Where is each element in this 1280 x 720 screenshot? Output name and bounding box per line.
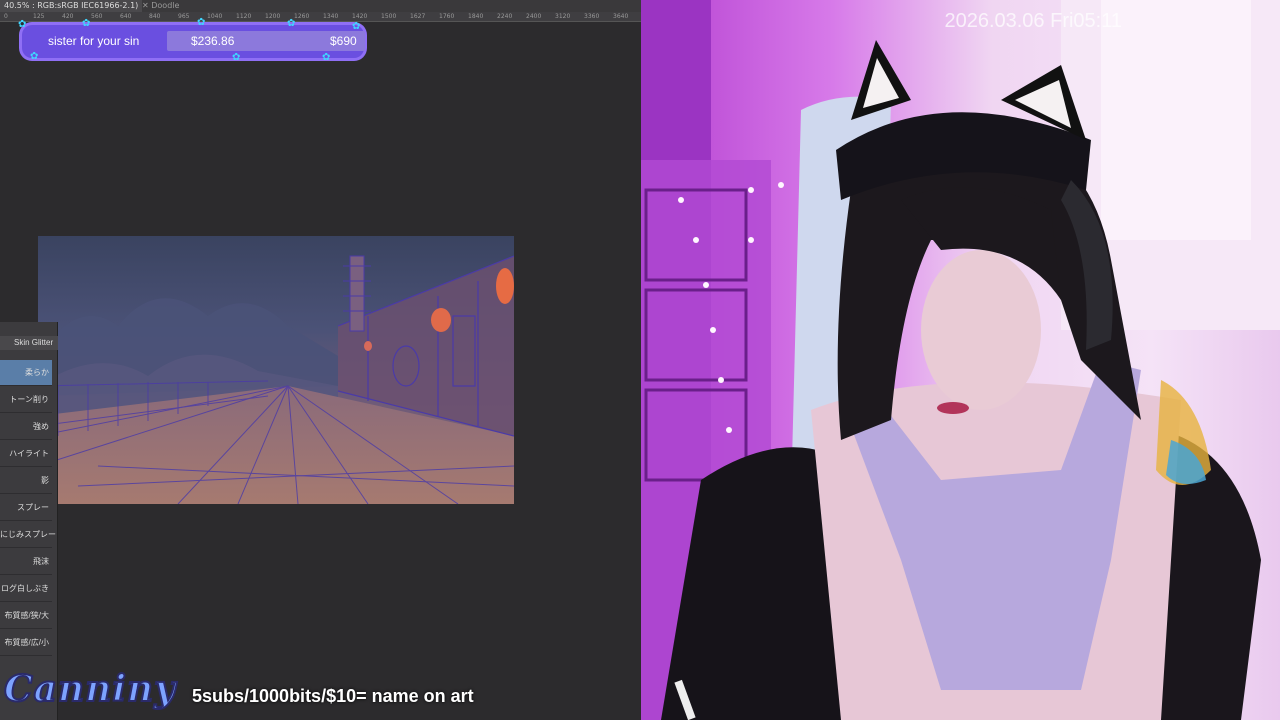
- artwork-canvas[interactable]: [38, 236, 514, 504]
- ruler-tick-label: 1260: [294, 13, 310, 20]
- goal-target-amount: $690: [330, 34, 357, 48]
- ruler-tick-label: 420: [62, 13, 74, 20]
- brush-panel-title: Skin Glitter: [0, 336, 58, 350]
- brush-panel: Skin Glitter 柔らか トーン削り 強め ハイライト影スプレー にじみスプレー…: [0, 322, 58, 720]
- flower-icon: ✿: [197, 17, 206, 28]
- flower-icon: ✿: [232, 52, 241, 63]
- horizontal-ruler: 0 125 420 560 640 840 965 1040 1120 1200 1260 1340 1…: [0, 12, 641, 22]
- ruler-tick-label: 3120: [555, 13, 571, 20]
- ruler-tick-label: 125: [33, 13, 45, 20]
- drawing-app-area: 40.5% : RGB:sRGB IEC61966-2.1) ✕ Doodle …: [0, 0, 641, 720]
- donation-goal-bar: ✿ ✿ ✿ ✿ ✿ ✿ ✿ ✿ sister for your sin $236…: [18, 17, 365, 63]
- ruler-tick-label: 840: [149, 13, 161, 20]
- goal-title: sister for your sin: [48, 34, 140, 48]
- ruler-tick-label: 2400: [526, 13, 542, 20]
- tab-active-document[interactable]: 40.5% : RGB:sRGB IEC61966-2.1): [0, 0, 143, 12]
- ruler-tick-label: 640: [120, 13, 132, 20]
- ruler-tick-label: 3360: [584, 13, 600, 20]
- ruler-tick-label: 1200: [265, 13, 281, 20]
- ruler-tick-label: 2240: [497, 13, 513, 20]
- ruler-tick-label: 1627: [410, 13, 426, 20]
- webcam-feed: 2026.03.06 Fri05:11: [641, 0, 1280, 720]
- ruler-tick-label: 1840: [468, 13, 484, 20]
- ruler-tick-label: 1120: [236, 13, 252, 20]
- brush-item[interactable]: 布質感/狭/大: [0, 603, 52, 629]
- flower-icon: ✿: [18, 19, 27, 30]
- webcam-image: [641, 0, 1280, 720]
- promo-text: 5subs/1000bits/$10= name on art: [192, 686, 474, 706]
- ruler-tick-label: 1040: [207, 13, 223, 20]
- ruler-tick-label: 965: [178, 13, 190, 20]
- channel-logo: Canniny: [3, 667, 177, 711]
- brush-item[interactable]: ハイライト: [0, 441, 52, 467]
- close-icon[interactable]: ✕: [142, 1, 151, 10]
- ruler-tick-label: 560: [91, 13, 103, 20]
- flower-icon: ✿: [322, 52, 331, 63]
- brush-item[interactable]: 影: [0, 468, 52, 494]
- brush-item[interactable]: にじみスプレー: [0, 522, 56, 548]
- ruler-tick-label: 1420: [352, 13, 368, 20]
- ruler-tick-label: 1340: [323, 13, 339, 20]
- ruler-tick-label: 1760: [439, 13, 455, 20]
- tab-doodle[interactable]: ✕ Doodle: [138, 0, 183, 12]
- goal-current-amount: $236.86: [191, 34, 235, 48]
- brush-item[interactable]: トーン削り: [0, 387, 52, 413]
- flower-icon: ✿: [30, 51, 39, 62]
- artwork-illustration: [38, 255, 514, 504]
- stream-screen: 40.5% : RGB:sRGB IEC61966-2.1) ✕ Doodle …: [0, 0, 1280, 720]
- brush-item[interactable]: ログ白しぶき: [0, 576, 52, 602]
- ruler-tick-label: 1500: [381, 13, 397, 20]
- flower-icon: ✿: [82, 18, 91, 29]
- brush-item[interactable]: 強め: [0, 414, 52, 440]
- ruler-tick-label: 0: [4, 13, 8, 20]
- brush-item[interactable]: 柔らか: [0, 360, 52, 386]
- webcam-timestamp: 2026.03.06 Fri05:11: [944, 10, 1122, 32]
- document-tab-bar: 40.5% : RGB:sRGB IEC61966-2.1) ✕ Doodle: [0, 0, 641, 12]
- brush-item[interactable]: スプレー: [0, 495, 52, 521]
- tab-doodle-label: Doodle: [151, 1, 180, 10]
- brush-item[interactable]: 飛沫: [0, 549, 52, 575]
- flower-icon: ✿: [287, 18, 296, 29]
- ruler-tick-label: 3640: [613, 13, 629, 20]
- brush-item[interactable]: 布質感/広/小: [0, 630, 52, 656]
